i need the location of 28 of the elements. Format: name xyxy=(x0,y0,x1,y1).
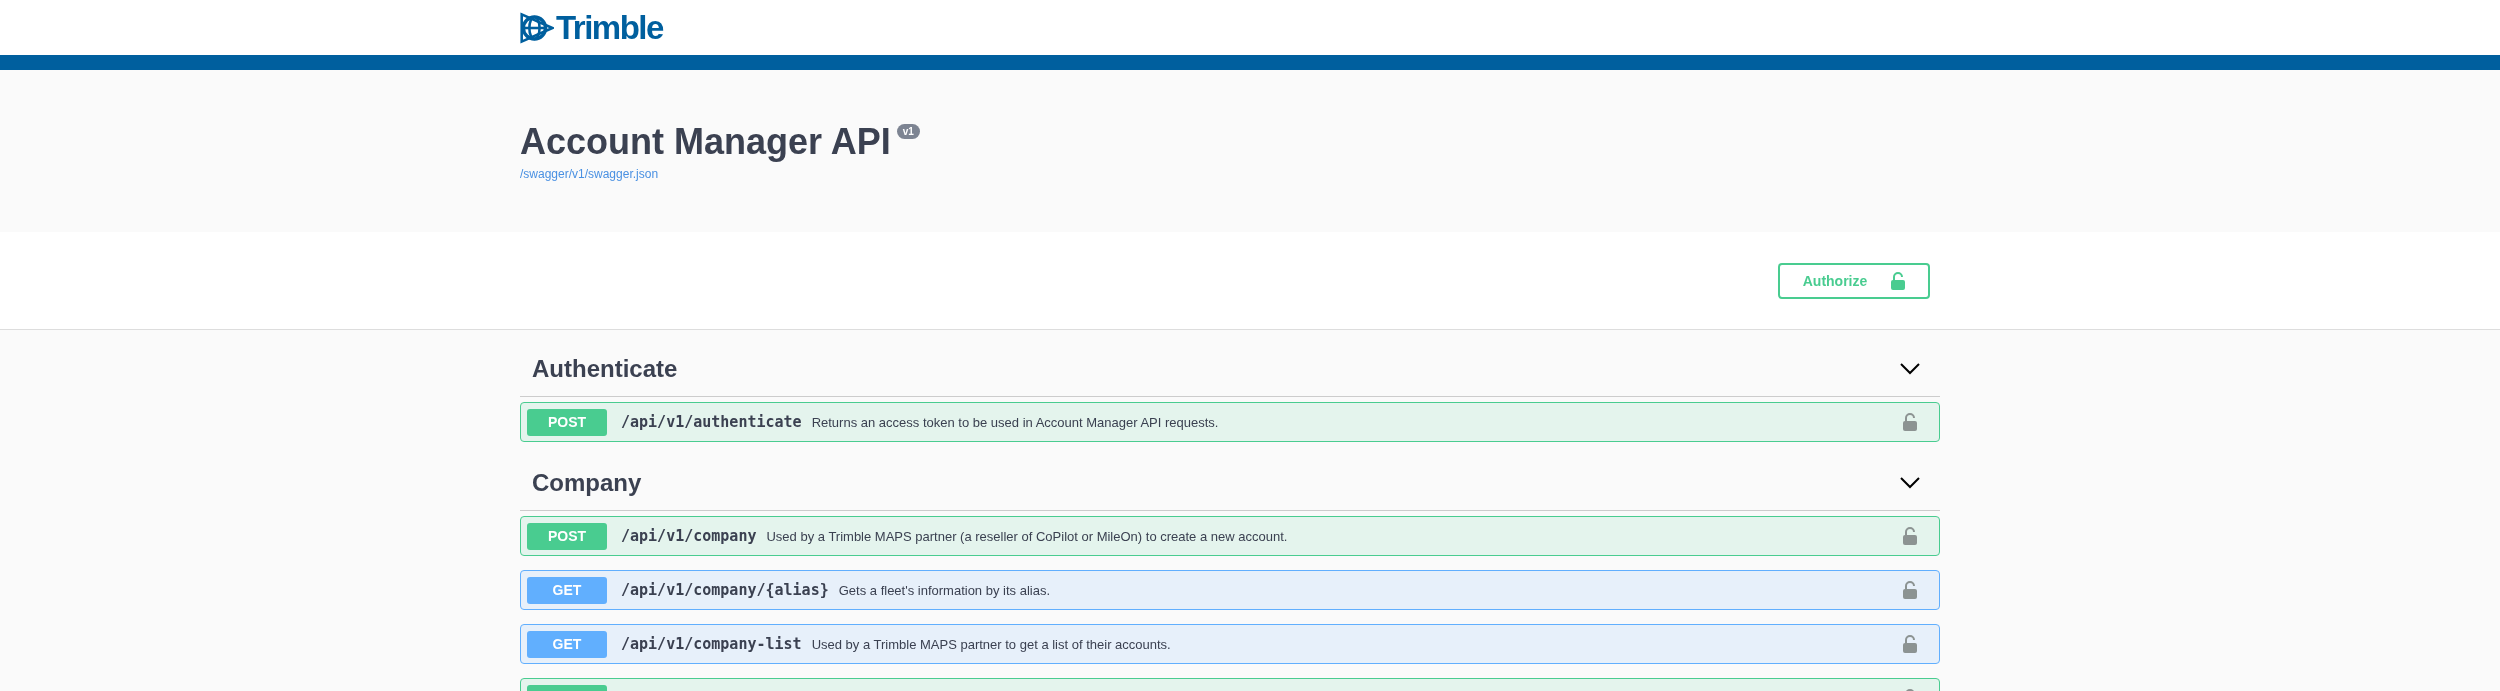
endpoint-path: /api/v1/company-list xyxy=(621,635,802,653)
endpoint-summary: Returns an access token to be used in Account Manager API requests. xyxy=(811,414,1219,430)
method-badge: POST xyxy=(527,408,607,436)
unlocked-padlock-icon[interactable] xyxy=(1903,635,1917,653)
unlocked-padlock-icon[interactable] xyxy=(1903,527,1917,545)
unlocked-padlock-icon[interactable] xyxy=(1903,413,1917,431)
method-badge: GET xyxy=(527,576,607,604)
operation-row[interactable]: GET /api/v1/company-list Used by a Trimble MAPS partner to get a list of their accounts. xyxy=(520,624,1940,664)
method-badge: GET xyxy=(527,630,607,658)
section-header[interactable]: Company xyxy=(520,456,1940,511)
endpoint-summary: Used by a Trimble MAPS partner (a reseller of CoPilot or MileOn) to create a new account. xyxy=(766,528,1288,544)
endpoint-summary: Gets a fleet's information by its alias. xyxy=(838,582,1050,598)
operation-row[interactable]: GET /api/v1/company/{alias} Gets a fleet's information by its alias. xyxy=(520,570,1940,610)
operation-row[interactable]: POST /api/v1/authenticate Returns an access token to be used in Account Manager API requests. xyxy=(520,402,1940,442)
endpoint-summary: Used by a Trimble MAPS partner to get a list of their accounts. xyxy=(811,636,1171,652)
section-header[interactable]: Authenticate xyxy=(520,342,1940,397)
endpoint-path: /api/v1/authenticate xyxy=(621,413,802,431)
method-badge: POST xyxy=(527,522,607,550)
unlocked-padlock-icon[interactable] xyxy=(1903,581,1917,599)
api-title: Account Manager API xyxy=(520,120,891,164)
endpoint-path: /api/v1/company/{alias} xyxy=(621,581,829,599)
version-badge: v1 xyxy=(896,124,920,139)
endpoint-path: /api/v1/company xyxy=(621,527,757,545)
chevron-icon xyxy=(1900,477,1920,489)
operation-row[interactable]: POST /api/v1/company Used by a Trimble MAPS partner (a reseller of CoPilot or MileOn) to create a new account. xyxy=(520,516,1940,556)
unlocked-padlock-icon xyxy=(1891,272,1906,290)
chevron-icon xyxy=(1900,363,1920,375)
trimble-logo[interactable]: Trimble xyxy=(520,8,663,47)
